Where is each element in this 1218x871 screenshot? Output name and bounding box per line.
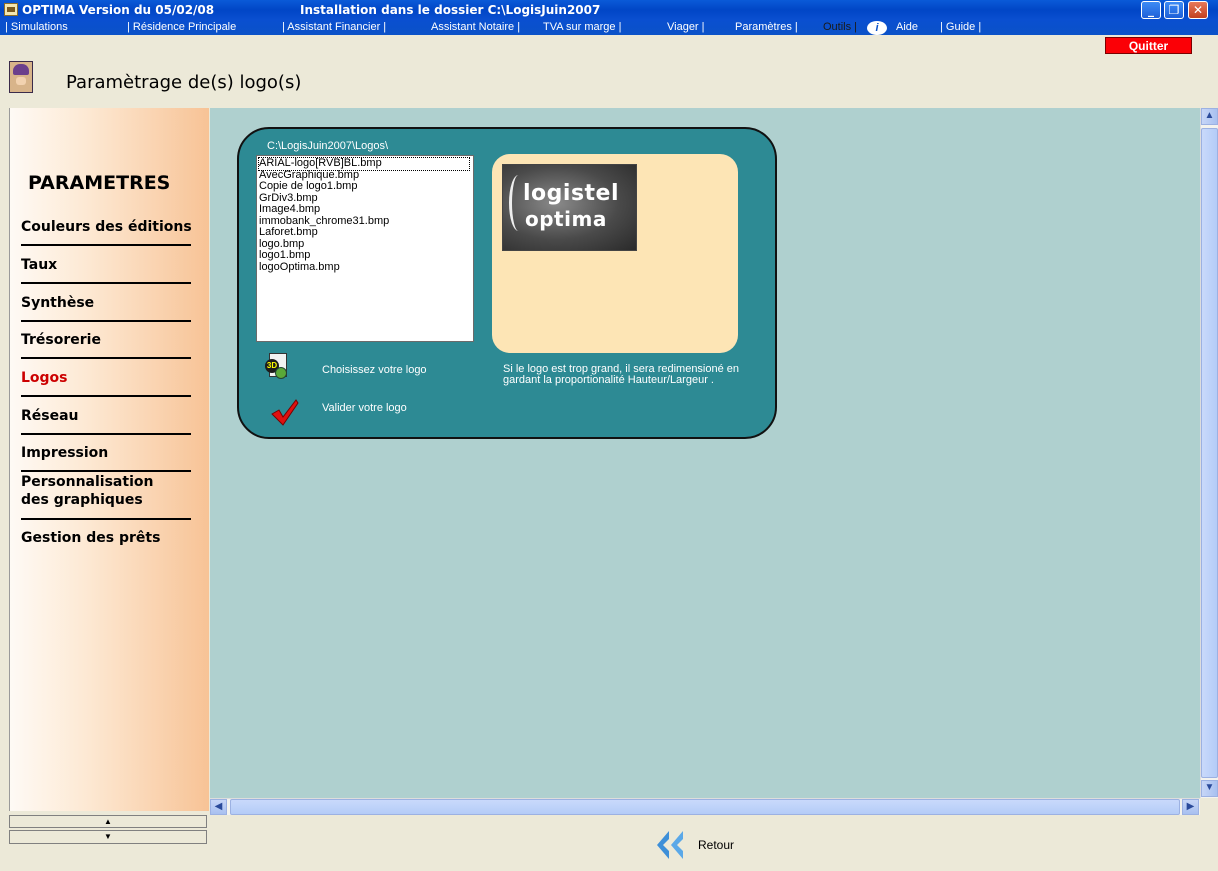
- logo-text-top: logistel: [523, 181, 620, 206]
- sidebar-item-reseau[interactable]: Réseau: [21, 407, 79, 425]
- back-arrow-icon[interactable]: [655, 829, 687, 861]
- list-item[interactable]: Laforet.bmp: [259, 226, 473, 239]
- sidebar-heading: PARAMETRES: [28, 172, 171, 194]
- sidebar-divider: [21, 433, 191, 435]
- horizontal-scroll-thumb[interactable]: [230, 799, 1180, 815]
- back-label[interactable]: Retour: [698, 838, 734, 852]
- quit-button[interactable]: Quitter: [1105, 37, 1192, 54]
- sidebar-divider: [21, 244, 191, 246]
- logo-preview-image: logistel optima: [502, 164, 637, 251]
- page-title: Paramètrage de(s) logo(s): [66, 72, 302, 93]
- sidebar-item-tresorerie[interactable]: Trésorerie: [21, 331, 101, 349]
- choose-logo-label[interactable]: Choisissez votre logo: [322, 364, 427, 376]
- checkmark-icon[interactable]: [270, 398, 300, 426]
- list-item[interactable]: ARIAL-logo[RVB]BL.bmp: [258, 157, 470, 171]
- install-folder-title: Installation dans le dossier C:\LogisJui…: [300, 3, 601, 17]
- scroll-up-icon[interactable]: ▲: [1201, 108, 1218, 125]
- menu-parametres[interactable]: Paramètres |: [735, 21, 798, 33]
- validate-logo-label[interactable]: Valider votre logo: [322, 402, 407, 414]
- list-item[interactable]: logoOptima.bmp: [259, 261, 473, 274]
- sidebar-item-synthese[interactable]: Synthèse: [21, 294, 94, 312]
- sidebar-item-personnalisation[interactable]: Personnalisation: [21, 473, 153, 491]
- info-icon[interactable]: i: [867, 21, 887, 35]
- sidebar-divider: [21, 518, 191, 520]
- maximize-button[interactable]: ❐: [1164, 1, 1184, 19]
- resize-note: Si le logo est trop grand, il sera redim…: [503, 363, 740, 386]
- sidebar-divider: [21, 470, 191, 472]
- menu-guide[interactable]: | Guide |: [940, 21, 981, 33]
- sidebar-scroll-down-button[interactable]: ▼: [9, 830, 207, 844]
- window-title: OPTIMA Version du 05/02/08: [22, 3, 215, 17]
- file-list[interactable]: ARIAL-logo[RVB]BL.bmp AvecGraphique.bmp …: [256, 155, 474, 342]
- folder-path: C:\LogisJuin2007\Logos\: [267, 140, 389, 152]
- title-bar: OPTIMA Version du 05/02/08 Installation …: [0, 0, 1218, 20]
- sidebar-item-graphiques[interactable]: des graphiques: [21, 491, 143, 509]
- scroll-down-icon[interactable]: ▼: [1201, 780, 1218, 797]
- sidebar-divider: [21, 282, 191, 284]
- sidebar-item-taux[interactable]: Taux: [21, 256, 57, 274]
- list-item[interactable]: logo1.bmp: [259, 249, 473, 262]
- menu-viager[interactable]: Viager |: [667, 21, 705, 33]
- close-button[interactable]: ✕: [1188, 1, 1208, 19]
- list-item[interactable]: Image4.bmp: [259, 203, 473, 216]
- vertical-scroll-thumb[interactable]: [1201, 128, 1218, 778]
- sidebar-item-logos[interactable]: Logos: [21, 369, 68, 387]
- sidebar-scroll-up-button[interactable]: ▲: [9, 815, 207, 828]
- menu-assistant-financier[interactable]: | Assistant Financier |: [282, 21, 386, 33]
- sidebar-item-couleurs[interactable]: Couleurs des éditions: [21, 218, 192, 236]
- scroll-right-icon[interactable]: ▶: [1182, 799, 1199, 815]
- choose-logo-icon[interactable]: 3D: [265, 353, 289, 379]
- horizontal-scrollbar[interactable]: ◀ ▶: [210, 798, 1200, 815]
- logo-text-bottom: optima: [525, 207, 607, 231]
- sidebar-divider: [21, 357, 191, 359]
- menu-simulations[interactable]: | Simulations: [5, 21, 68, 33]
- app-icon: [4, 3, 18, 16]
- list-item[interactable]: Copie de logo1.bmp: [259, 180, 473, 193]
- sidebar-item-impression[interactable]: Impression: [21, 444, 108, 462]
- menu-assistant-notaire[interactable]: Assistant Notaire |: [431, 21, 520, 33]
- sidebar-item-gestion-prets[interactable]: Gestion des prêts: [21, 529, 160, 547]
- menu-residence-principale[interactable]: | Résidence Principale: [127, 21, 236, 33]
- vertical-scrollbar[interactable]: ▲ ▼: [1200, 108, 1218, 798]
- avatar-icon: [9, 61, 33, 93]
- sidebar-divider: [21, 320, 191, 322]
- menu-aide[interactable]: Aide: [896, 21, 918, 33]
- menu-bar: | Simulations | Résidence Principale | A…: [0, 20, 1218, 35]
- scroll-left-icon[interactable]: ◀: [210, 799, 227, 815]
- minimize-button[interactable]: _: [1141, 1, 1161, 19]
- menu-outils[interactable]: Outils |: [823, 21, 857, 33]
- sidebar-divider: [21, 395, 191, 397]
- menu-tva-sur-marge[interactable]: TVA sur marge |: [543, 21, 621, 33]
